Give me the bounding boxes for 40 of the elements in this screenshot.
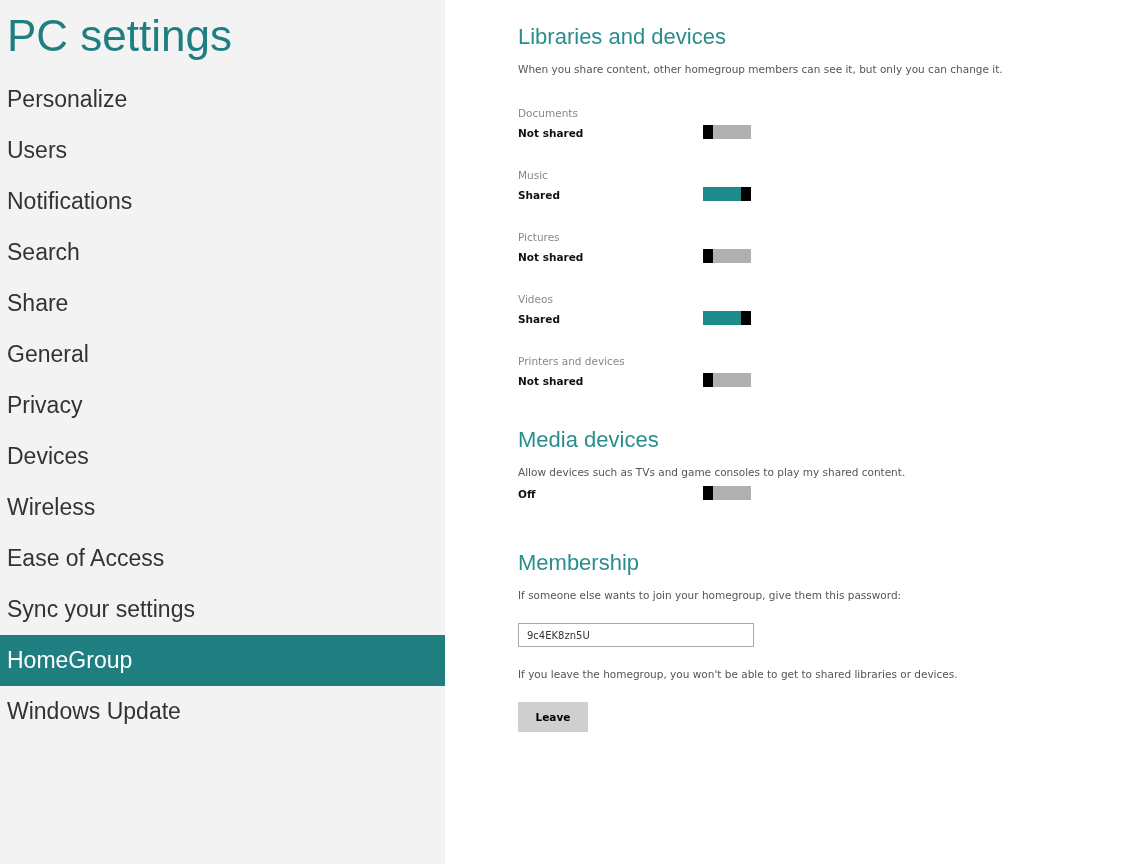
sidebar-item[interactable]: Notifications	[0, 176, 445, 227]
share-status: Not shared	[518, 375, 585, 387]
sidebar-item[interactable]: General	[0, 329, 445, 380]
sidebar-item[interactable]: Share	[0, 278, 445, 329]
library-label: Videos	[518, 293, 554, 305]
leave-button[interactable]: Leave	[518, 702, 588, 732]
toggle-switch[interactable]	[703, 249, 751, 263]
media-status: Off	[518, 488, 537, 500]
sidebar-item[interactable]: Sync your settings	[0, 584, 445, 635]
section-heading: Media devices	[518, 427, 660, 453]
section-heading: Membership	[518, 550, 641, 576]
share-status: Not shared	[518, 127, 585, 139]
sidebar-item[interactable]: Search	[0, 227, 445, 278]
share-status: Shared	[518, 189, 561, 201]
sidebar-item[interactable]: Users	[0, 125, 445, 176]
sidebar-item[interactable]: Windows Update	[0, 686, 445, 737]
toggle-switch[interactable]	[703, 187, 751, 201]
section-description: When you share content, other homegroup members can see it, but only you can change it.	[518, 62, 1004, 77]
toggle-switch[interactable]	[703, 486, 751, 500]
sidebar-item[interactable]: Privacy	[0, 380, 445, 431]
share-status: Not shared	[518, 251, 585, 263]
share-status: Shared	[518, 313, 561, 325]
sidebar-item[interactable]: HomeGroup	[0, 635, 445, 686]
toggle-switch[interactable]	[703, 125, 751, 139]
library-label: Pictures	[518, 231, 561, 243]
sidebar-item[interactable]: Personalize	[0, 74, 445, 125]
sidebar-item[interactable]: Devices	[0, 431, 445, 482]
password-field[interactable]: 9c4EK8zn5U	[518, 623, 754, 647]
sidebar-item[interactable]: Wireless	[0, 482, 445, 533]
library-label: Music	[518, 169, 549, 181]
leave-note: If you leave the homegroup, you won't be able to get to shared libraries or devices.	[518, 667, 959, 682]
toggle-switch[interactable]	[703, 311, 751, 325]
section-heading: Libraries and devices	[518, 24, 727, 50]
toggle-switch[interactable]	[703, 373, 751, 387]
section-description: If someone else wants to join your homegroup, give them this password:	[518, 588, 903, 603]
section-description: Allow devices such as TVs and game consoles to play my shared content.	[518, 465, 907, 480]
sidebar-item[interactable]: Ease of Access	[0, 533, 445, 584]
library-label: Printers and devices	[518, 355, 626, 367]
library-label: Documents	[518, 107, 579, 119]
page-title: PC settings	[7, 10, 233, 62]
